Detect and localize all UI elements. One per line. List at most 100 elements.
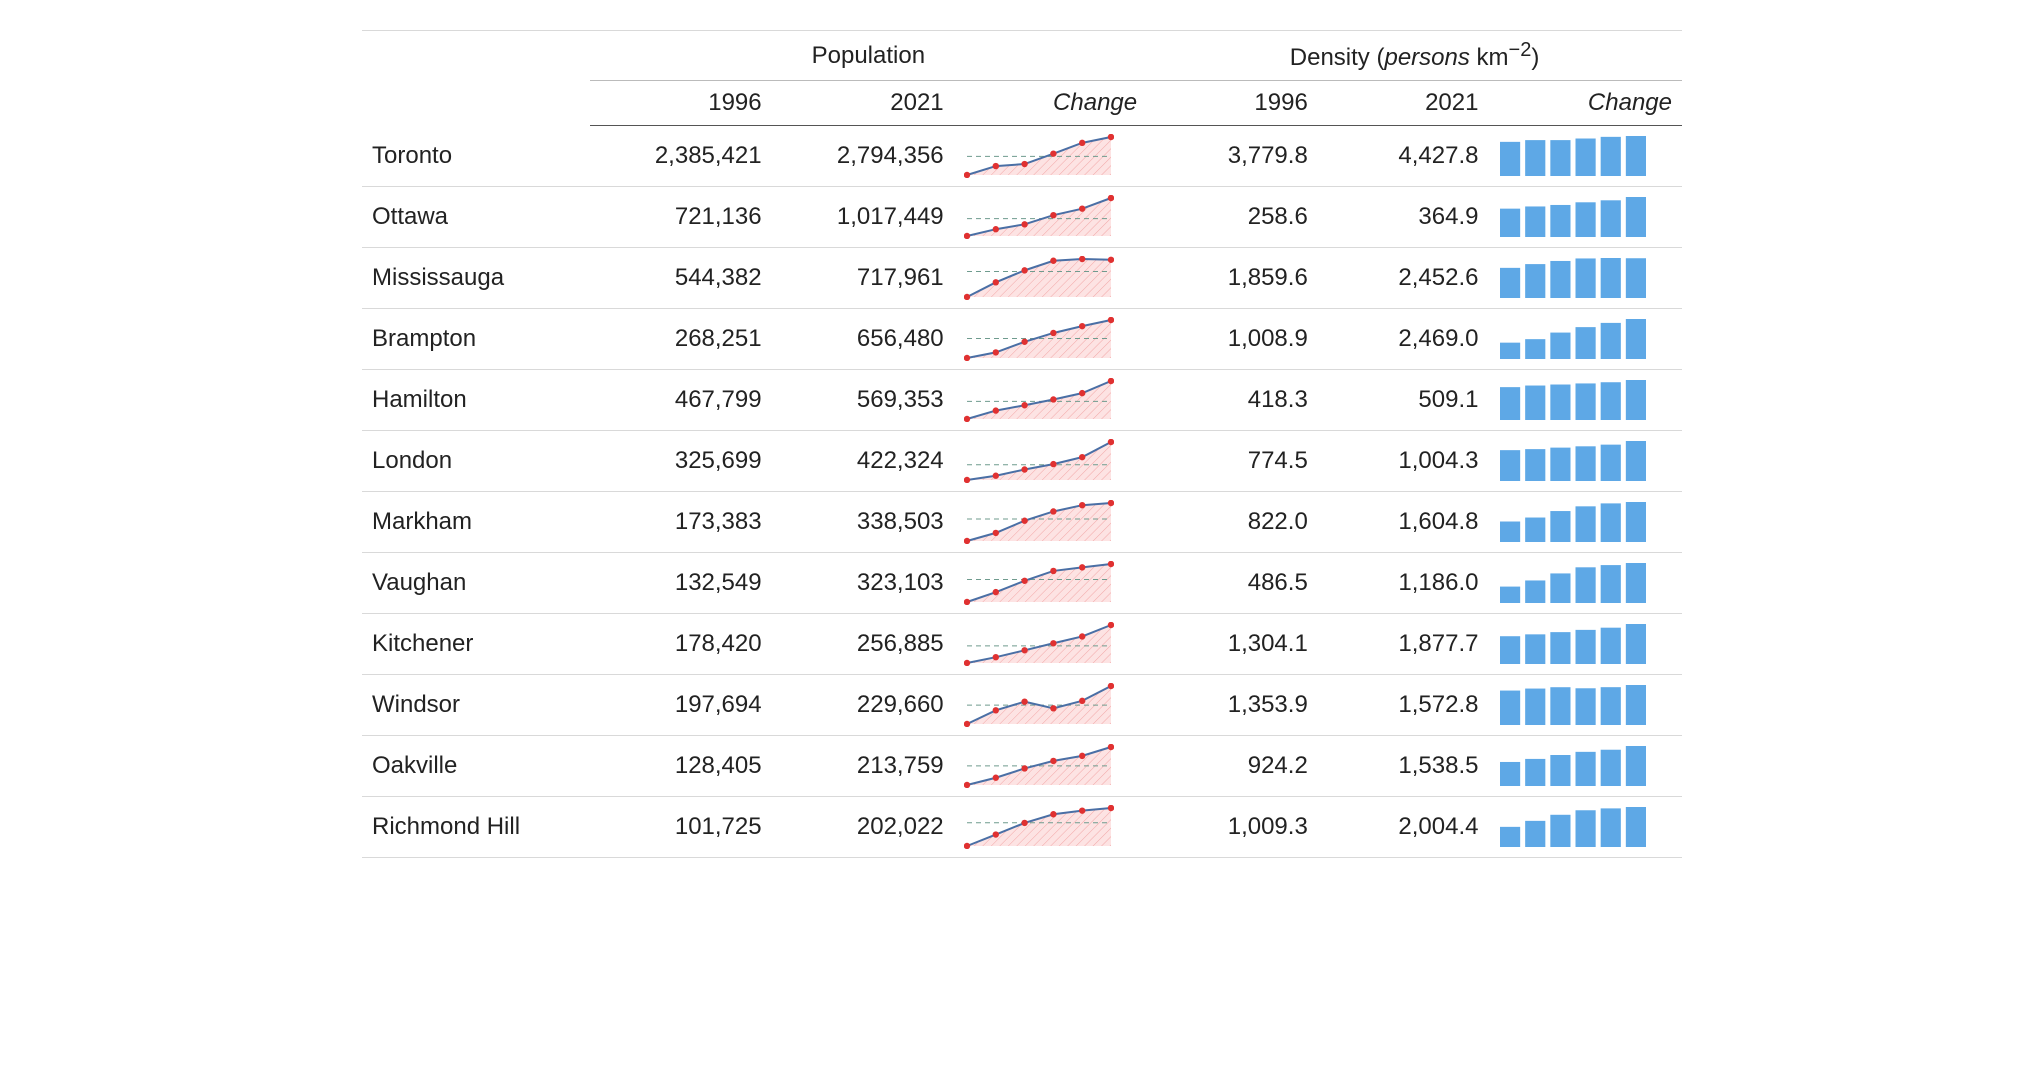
den-sparkbars: [1488, 431, 1682, 492]
table-row: Kitchener178,420256,885 1,304.11,877.7: [362, 614, 1682, 675]
pop-2021: 656,480: [772, 309, 954, 370]
den-sparkbars: [1488, 797, 1682, 858]
pop-1996: 2,385,421: [590, 126, 772, 187]
den-1996: 418.3: [1147, 370, 1318, 431]
den-sparkbars: [1488, 736, 1682, 797]
city-name: Ottawa: [362, 187, 590, 248]
pop-2021: 569,353: [772, 370, 954, 431]
table-row: Toronto2,385,4212,794,356 3,779.84,427.8: [362, 126, 1682, 187]
header-den-change: Change: [1488, 81, 1682, 126]
den-sparkbars: [1488, 187, 1682, 248]
city-name: Kitchener: [362, 614, 590, 675]
den-1996: 258.6: [1147, 187, 1318, 248]
city-name: Hamilton: [362, 370, 590, 431]
city-name: Brampton: [362, 309, 590, 370]
table-row: Mississauga544,382717,961 1,859.62,452.6: [362, 248, 1682, 309]
den-sparkbars: [1488, 614, 1682, 675]
table-row: Vaughan132,549323,103486.51,186.0: [362, 553, 1682, 614]
city-name: Toronto: [362, 126, 590, 187]
population-density-table: Population Density (persons km−2) 1996 2…: [362, 30, 1682, 858]
table-row: London325,699422,324774.51,004.3: [362, 431, 1682, 492]
den-2021: 1,572.8: [1318, 675, 1489, 736]
pop-1996: 325,699: [590, 431, 772, 492]
pop-1996: 173,383: [590, 492, 772, 553]
pop-1996: 101,725: [590, 797, 772, 858]
header-pop-change: Change: [954, 81, 1147, 126]
den-2021: 364.9: [1318, 187, 1489, 248]
city-name: London: [362, 431, 590, 492]
city-name: Windsor: [362, 675, 590, 736]
den-2021: 1,877.7: [1318, 614, 1489, 675]
pop-sparkline: [954, 187, 1147, 248]
pop-sparkline: [954, 309, 1147, 370]
den-sparkbars: [1488, 309, 1682, 370]
pop-sparkline: [954, 736, 1147, 797]
den-2021: 1,186.0: [1318, 553, 1489, 614]
den-sparkbars: [1488, 126, 1682, 187]
den-2021: 2,469.0: [1318, 309, 1489, 370]
city-name: Markham: [362, 492, 590, 553]
pop-sparkline: [954, 675, 1147, 736]
city-name: Oakville: [362, 736, 590, 797]
pop-sparkline: [954, 614, 1147, 675]
den-2021: 1,538.5: [1318, 736, 1489, 797]
den-1996: 1,353.9: [1147, 675, 1318, 736]
den-1996: 774.5: [1147, 431, 1318, 492]
header-density: Density (persons km−2): [1147, 31, 1682, 81]
pop-2021: 2,794,356: [772, 126, 954, 187]
pop-2021: 338,503: [772, 492, 954, 553]
pop-sparkline: [954, 431, 1147, 492]
table-row: Richmond Hill101,725202,022 1,009.32,004.…: [362, 797, 1682, 858]
pop-1996: 721,136: [590, 187, 772, 248]
den-sparkbars: [1488, 492, 1682, 553]
pop-2021: 213,759: [772, 736, 954, 797]
pop-sparkline: [954, 248, 1147, 309]
den-1996: 1,009.3: [1147, 797, 1318, 858]
den-2021: 2,004.4: [1318, 797, 1489, 858]
table-row: Windsor197,694229,660 1,353.91,572.8: [362, 675, 1682, 736]
den-1996: 3,779.8: [1147, 126, 1318, 187]
header-pop-2021: 2021: [772, 81, 954, 126]
den-2021: 2,452.6: [1318, 248, 1489, 309]
pop-sparkline: [954, 797, 1147, 858]
den-2021: 4,427.8: [1318, 126, 1489, 187]
header-den-1996: 1996: [1147, 81, 1318, 126]
den-sparkbars: [1488, 675, 1682, 736]
den-sparkbars: [1488, 370, 1682, 431]
table-row: Markham173,383338,503 822.01,604.8: [362, 492, 1682, 553]
den-sparkbars: [1488, 248, 1682, 309]
den-2021: 1,004.3: [1318, 431, 1489, 492]
pop-sparkline: [954, 370, 1147, 431]
pop-1996: 268,251: [590, 309, 772, 370]
pop-sparkline: [954, 553, 1147, 614]
pop-2021: 229,660: [772, 675, 954, 736]
den-1996: 486.5: [1147, 553, 1318, 614]
pop-sparkline: [954, 492, 1147, 553]
table-row: Brampton268,251656,480 1,008.92,469.0: [362, 309, 1682, 370]
pop-1996: 178,420: [590, 614, 772, 675]
pop-2021: 256,885: [772, 614, 954, 675]
pop-1996: 132,549: [590, 553, 772, 614]
city-name: Richmond Hill: [362, 797, 590, 858]
den-1996: 924.2: [1147, 736, 1318, 797]
pop-2021: 202,022: [772, 797, 954, 858]
pop-sparkline: [954, 126, 1147, 187]
city-name: Mississauga: [362, 248, 590, 309]
den-1996: 1,859.6: [1147, 248, 1318, 309]
header-den-2021: 2021: [1318, 81, 1489, 126]
pop-1996: 544,382: [590, 248, 772, 309]
den-2021: 509.1: [1318, 370, 1489, 431]
den-2021: 1,604.8: [1318, 492, 1489, 553]
table-row: Ottawa721,1361,017,449 258.6364.9: [362, 187, 1682, 248]
pop-2021: 323,103: [772, 553, 954, 614]
pop-1996: 197,694: [590, 675, 772, 736]
den-sparkbars: [1488, 553, 1682, 614]
den-1996: 1,304.1: [1147, 614, 1318, 675]
pop-2021: 717,961: [772, 248, 954, 309]
pop-2021: 1,017,449: [772, 187, 954, 248]
header-pop-1996: 1996: [590, 81, 772, 126]
pop-1996: 467,799: [590, 370, 772, 431]
den-1996: 1,008.9: [1147, 309, 1318, 370]
header-population: Population: [590, 31, 1148, 81]
den-1996: 822.0: [1147, 492, 1318, 553]
